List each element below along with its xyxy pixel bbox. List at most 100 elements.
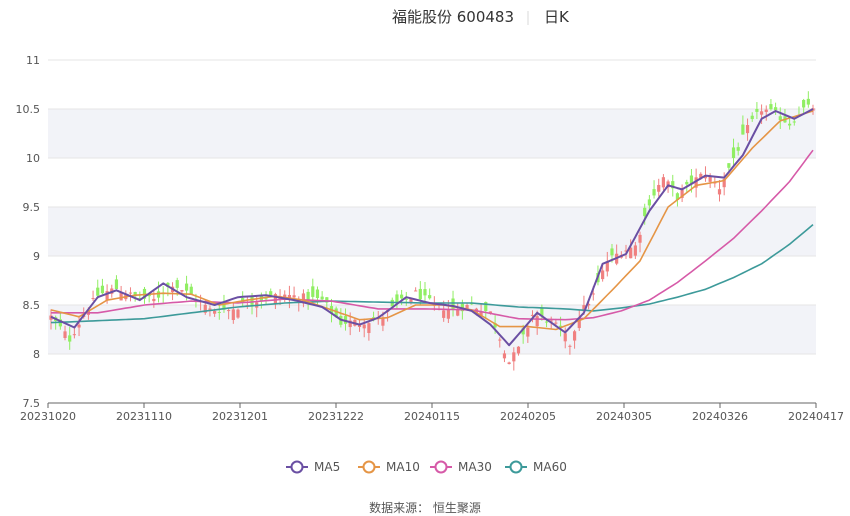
candle-down — [250, 296, 254, 305]
candle-down — [685, 181, 689, 185]
x-tick-label: 20240326 — [692, 410, 748, 423]
y-axis-ticks: 11 10.5 10 9.5 9 8.5 8 7.5 — [16, 54, 41, 410]
x-tick-label: 20231222 — [308, 410, 364, 423]
candle-up — [227, 310, 231, 312]
plot-band — [48, 207, 816, 256]
x-tick-label: 20240305 — [596, 410, 652, 423]
candle-up — [572, 331, 577, 341]
candle-down — [217, 311, 221, 313]
candle-up — [446, 309, 450, 319]
candle-down — [320, 296, 324, 300]
y-tick-label: 8 — [33, 348, 40, 361]
y-tick-label: 9.5 — [23, 201, 41, 214]
candle-down — [269, 291, 273, 296]
candle-up — [456, 309, 460, 316]
x-axis: 20231020 20231110 20231201 20231222 20240115… — [20, 402, 844, 423]
candle-down — [731, 147, 736, 159]
candle-down — [428, 295, 432, 299]
candle-up — [362, 324, 366, 329]
candle-down — [750, 115, 754, 120]
candle-down — [755, 108, 759, 112]
legend-swatch-marker — [434, 460, 448, 474]
candle-down — [100, 285, 105, 294]
candle-down — [418, 288, 422, 300]
candle-up — [498, 339, 502, 341]
candle-down — [189, 286, 193, 295]
legend-item-ma30[interactable]: MA30 — [430, 460, 492, 474]
y-tick-label: 7.5 — [23, 397, 41, 410]
candle-down — [769, 104, 773, 110]
candle-down — [736, 147, 740, 151]
candle-up — [759, 111, 764, 115]
candle-down — [652, 189, 656, 196]
candle-down — [774, 107, 778, 111]
candle-up — [717, 189, 722, 195]
legend-item-ma5[interactable]: MA5 — [286, 460, 340, 474]
legend-label: MA5 — [314, 460, 340, 474]
candle-down — [315, 289, 320, 299]
candle-up — [236, 309, 240, 318]
candle-up — [516, 346, 521, 354]
x-tick-label: 20240417 — [788, 410, 844, 423]
candle-down — [643, 207, 647, 217]
candle-up — [661, 177, 666, 188]
candle-down — [96, 287, 100, 296]
candle-up — [152, 298, 156, 302]
candle-up — [180, 290, 184, 292]
candle-up — [63, 331, 67, 338]
legend-swatch-marker — [362, 460, 376, 474]
candle-down — [400, 294, 404, 299]
candle-down — [741, 124, 745, 135]
candle-up — [128, 292, 133, 294]
y-tick-label: 10.5 — [16, 103, 41, 116]
candle-down — [778, 116, 782, 121]
legend-item-ma10[interactable]: MA10 — [358, 460, 420, 474]
candle-down — [544, 321, 549, 323]
candle-up — [657, 184, 661, 192]
candle-up — [563, 333, 567, 342]
candle-up — [568, 345, 572, 347]
candle-up — [91, 298, 95, 300]
x-tick-label: 20231110 — [116, 410, 172, 423]
x-tick-label: 20240205 — [500, 410, 556, 423]
candle-up — [414, 290, 418, 292]
y-tick-label: 11 — [26, 54, 40, 67]
legend-label: MA10 — [386, 460, 420, 474]
candle-up — [601, 270, 605, 280]
candle-down — [68, 335, 72, 342]
legend-label: MA30 — [458, 460, 492, 474]
candle-up — [77, 324, 81, 328]
candle-up — [745, 124, 750, 134]
candle-up — [367, 323, 371, 334]
candle-up — [507, 362, 511, 365]
candle-down — [792, 121, 796, 123]
candle-up — [442, 310, 446, 318]
plot-bands — [48, 109, 816, 354]
candle-down — [788, 123, 792, 126]
legend-swatch-marker — [509, 460, 523, 474]
candle-down — [156, 291, 161, 298]
candle-down — [610, 248, 614, 256]
plot-band — [48, 305, 816, 354]
stock-title: 福能股份 600483 — [392, 8, 514, 26]
candle-up — [526, 327, 530, 337]
candle-down — [311, 286, 315, 297]
candle-up — [554, 322, 558, 324]
candle-up — [72, 334, 76, 336]
candle-down — [184, 283, 189, 291]
candle-down — [423, 289, 427, 296]
legend-item-ma60[interactable]: MA60 — [505, 460, 567, 474]
y-tick-label: 9 — [33, 250, 40, 263]
candle-down — [647, 199, 651, 206]
x-tick-label: 20231201 — [212, 410, 268, 423]
candle-down — [727, 163, 731, 168]
candle-down — [806, 98, 810, 105]
legend: MA5 MA10 MA30 MA60 — [286, 460, 567, 474]
candle-up — [512, 352, 516, 362]
candle-up — [764, 109, 768, 112]
x-tick-label: 20240115 — [404, 410, 460, 423]
candle-down — [802, 99, 806, 108]
candle-up — [292, 295, 296, 298]
chart-title: 福能股份 600483 日K — [392, 8, 570, 26]
candle-down — [114, 279, 119, 289]
